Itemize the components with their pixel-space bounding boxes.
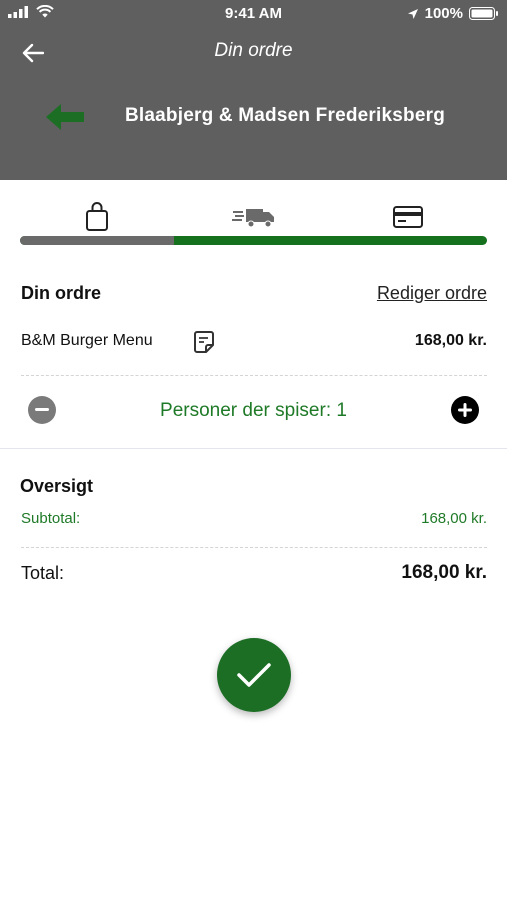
checkmark-icon [237,663,271,687]
delivery-truck-icon [232,209,274,228]
step-delivery[interactable] [232,200,276,234]
confirm-order-button[interactable] [217,638,291,712]
location-icon [407,8,418,19]
divider [21,547,487,548]
battery-percentage: 100% [424,5,463,22]
credit-card-icon [393,206,423,228]
shopping-bag-icon [86,202,108,231]
note-icon[interactable] [193,330,215,354]
edit-order-link[interactable]: Rediger ordre [377,283,487,304]
order-item-name: B&M Burger Menu [21,332,153,349]
persons-row: Personer der spiser: 1 [0,392,507,432]
status-bar: 9:41 AM 100% [0,0,507,28]
header: 9:41 AM 100% Din ordre Blaabjerg & Madse… [0,0,507,180]
green-arrow-left-icon [46,104,84,130]
step-cart[interactable] [75,200,119,234]
total-value: 168,00 kr. [401,562,487,583]
overview-heading: Oversigt [20,476,94,496]
order-item-row: B&M Burger Menu 168,00 kr. [21,330,487,356]
battery-icon [469,7,498,20]
total-label: Total: [21,563,65,583]
order-heading: Din ordre [21,283,102,303]
checkout-steps [20,200,487,250]
page-title: Din ordre [214,40,293,61]
persons-count-label: Personer der spiser: 1 [160,400,347,421]
progress-completed [20,236,175,245]
restaurant-row: Blaabjerg & Madsen Frederiksberg [0,100,507,136]
order-item-price: 168,00 kr. [414,332,487,349]
step-payment[interactable] [386,200,430,234]
subtotal-label: Subtotal: [21,510,81,527]
increase-persons-button[interactable] [451,396,479,424]
status-right: 100% [407,5,499,22]
restaurant-name: Blaabjerg & Madsen Frederiksberg [125,105,446,126]
progress-bar [20,236,487,245]
plus-icon [458,403,472,417]
divider [21,375,487,376]
section-separator [0,448,507,449]
subtotal-value: 168,00 kr. [421,510,487,527]
